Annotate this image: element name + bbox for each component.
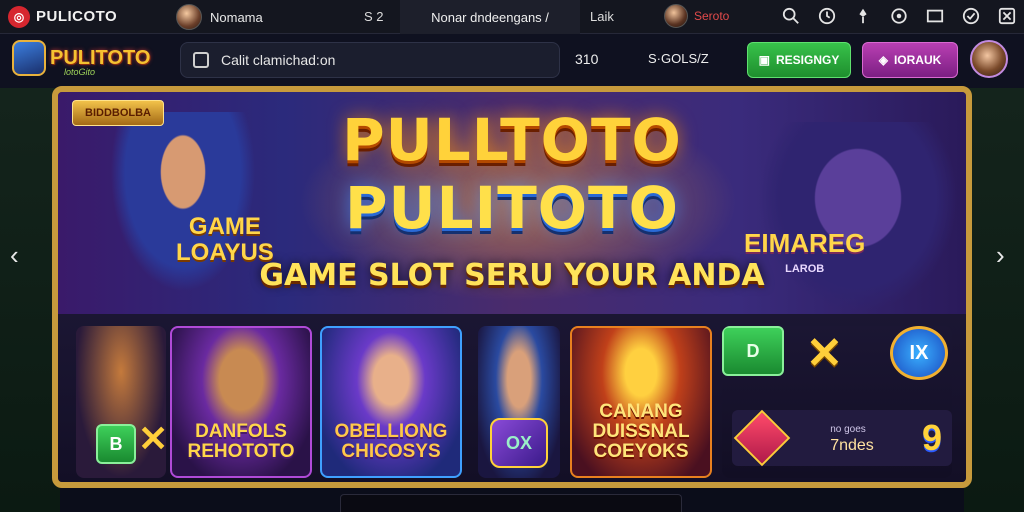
site-header: PULITOTO lotoGito Calit clamichad:on 310…: [0, 34, 1024, 88]
top-user[interactable]: Nomama: [176, 4, 263, 30]
pin-icon[interactable]: [852, 5, 874, 27]
tile-2-label-line-2: REHOTOTO: [187, 441, 295, 462]
deals-small: no goes: [830, 424, 866, 435]
game-tile-2[interactable]: DANFOLS REHOTOTO: [170, 326, 312, 478]
search-icon[interactable]: [780, 5, 802, 27]
chat-icon: ◈: [878, 53, 888, 67]
left-caption-line-1: GAME: [188, 213, 261, 240]
promo-frame: BIDDBOLBA PULLTOTO PULITOTO GAME SLOT SE…: [52, 86, 972, 488]
login-label: IORAUK: [893, 53, 942, 67]
user2-name: Seroto: [694, 9, 730, 23]
header-value-2: S·GOLS/Z: [648, 51, 709, 66]
gem-icon: [733, 409, 791, 467]
game-tiles: B ✕ DANFOLS REHOTOTO OBELLIONG CHICOSYS …: [58, 314, 966, 482]
logo-icon: ◎: [8, 5, 30, 28]
folder-icon: [193, 52, 209, 68]
profile-avatar[interactable]: [970, 40, 1008, 78]
clock-icon[interactable]: [816, 5, 838, 27]
brand-logo[interactable]: PULITOTO lotoGito: [12, 40, 150, 77]
deals-main: 7ndes: [830, 437, 874, 454]
tile-5-label: CANANG DUISSNAL COEYOKS: [572, 402, 710, 462]
tile-3-label: OBELLIONG CHICOSYS: [322, 422, 460, 462]
top-center-tab[interactable]: Nonar dndeengans /: [400, 0, 580, 34]
left-caption-line-2: LOAYUS: [176, 239, 274, 266]
game-tile-1[interactable]: B ✕: [76, 326, 166, 478]
right-caption-main: EIMAREG: [744, 228, 866, 258]
ticket-icon: ▣: [758, 53, 770, 67]
nine-badge: 9: [921, 417, 942, 458]
top-icons: [780, 5, 1018, 27]
mini-green-badge: B: [96, 424, 136, 464]
game-tile-4[interactable]: OX: [478, 326, 560, 478]
deals-panel[interactable]: no goes 7ndes 9: [732, 409, 952, 467]
search-text: Calit clamichad:on: [221, 52, 336, 68]
next-arrow-icon[interactable]: ›: [996, 240, 1005, 271]
register-button[interactable]: ▣ RESIGNGY: [747, 42, 851, 78]
side-background-right: [964, 88, 1024, 512]
hero-banner[interactable]: BIDDBOLBA PULLTOTO PULITOTO GAME SLOT SE…: [58, 92, 966, 314]
tile-3-label-line-1: OBELLIONG: [334, 421, 448, 442]
game-tile-5[interactable]: CANANG DUISSNAL COEYOKS: [570, 326, 712, 478]
window-icon[interactable]: [924, 5, 946, 27]
top-bar: ◎ PULICOTO Nomama S 2 Nonar dndeengans /…: [0, 0, 1024, 34]
login-button[interactable]: ◈ IORAUK: [862, 42, 958, 78]
mascot-icon: [12, 40, 46, 76]
gem-ox-badge: OX: [490, 418, 548, 468]
green-chip[interactable]: D: [722, 326, 784, 376]
prev-arrow-icon[interactable]: ‹: [10, 240, 19, 271]
side-background-left: [0, 88, 60, 512]
price-text: S 2: [364, 9, 384, 24]
tile-2-label-line-1: DANFOLS: [195, 421, 287, 442]
tile-5-label-line-3: COEYOKS: [593, 441, 689, 462]
close-icon[interactable]: [996, 5, 1018, 27]
x-icon: ✕: [138, 418, 166, 459]
bottom-tab[interactable]: [340, 494, 682, 512]
tile-2-label: DANFOLS REHOTOTO: [172, 422, 310, 462]
register-label: RESIGNGY: [775, 53, 840, 67]
check-circle-icon[interactable]: [960, 5, 982, 27]
user-name: Nomama: [210, 9, 263, 25]
avatar: [664, 4, 688, 28]
settings-icon[interactable]: [888, 5, 910, 27]
banner-title-1: PULLTOTO: [342, 106, 682, 174]
search-input[interactable]: Calit clamichad:on: [180, 42, 560, 78]
tile-5-label-line-2: DUISSNAL: [592, 421, 690, 442]
right-caption: EIMAREG LAROB: [744, 230, 865, 282]
header-value-1: 310: [575, 51, 599, 67]
avatar: [176, 4, 202, 30]
left-caption: GAME LOAYUS: [176, 214, 274, 266]
tile-5-label-line-1: CANANG: [599, 401, 683, 422]
top-logo-text: PULICOTO: [36, 8, 118, 25]
x-icon[interactable]: ✕: [806, 328, 843, 379]
right-caption-small: LAROB: [785, 263, 825, 275]
game-tile-6[interactable]: D ✕ IX no goes 7ndes 9: [722, 326, 952, 478]
deals-text: no goes 7ndes: [830, 422, 874, 454]
tile-3-label-line-2: CHICOSYS: [341, 441, 441, 462]
top-user-2[interactable]: Seroto: [664, 4, 729, 28]
blue-chip[interactable]: IX: [890, 326, 948, 380]
top-link[interactable]: Laik: [590, 9, 614, 24]
brand-subtitle: lotoGito: [64, 67, 96, 77]
top-logo[interactable]: ◎ PULICOTO: [0, 5, 170, 28]
game-tile-3[interactable]: OBELLIONG CHICOSYS: [320, 326, 462, 478]
